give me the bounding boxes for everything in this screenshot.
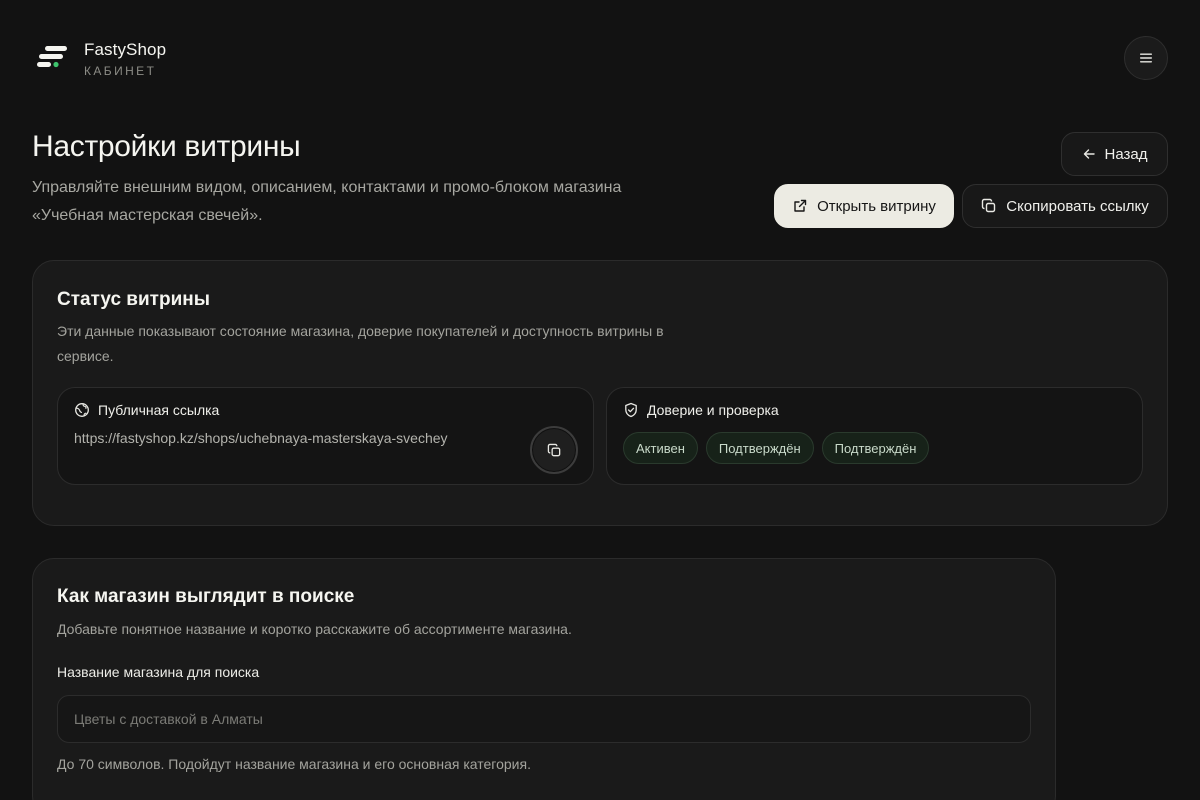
status-card-title: Статус витрины bbox=[57, 289, 210, 310]
menu-button[interactable] bbox=[1124, 36, 1168, 80]
arrow-left-icon bbox=[1082, 147, 1096, 161]
brand-logo bbox=[36, 40, 70, 72]
copy-link-label: Скопировать ссылку bbox=[1006, 197, 1149, 215]
globe-icon bbox=[74, 402, 90, 418]
open-storefront-label: Открыть витрину bbox=[817, 197, 936, 215]
status-badge-verified: Подтверждён bbox=[821, 432, 930, 464]
search-card-description: Добавьте понятное название и коротко рас… bbox=[57, 621, 572, 637]
page-description: Управляйте внешним видом, описанием, кон… bbox=[32, 179, 622, 224]
trust-heading: Доверие и проверка bbox=[623, 402, 779, 418]
public-link-panel: Публичная ссылка https://fastyshop.kz/sh… bbox=[57, 387, 594, 485]
status-badge-active: Активен bbox=[623, 432, 698, 464]
search-name-hint: До 70 символов. Подойдут название магази… bbox=[57, 756, 531, 772]
public-link-heading: Публичная ссылка bbox=[74, 402, 219, 418]
shield-check-icon bbox=[623, 402, 639, 418]
status-card-description: Эти данные показывают состояние магазина… bbox=[57, 323, 664, 364]
brand: FastyShop КАБИНЕТ bbox=[84, 40, 166, 78]
page-title: Настройки витрины bbox=[32, 130, 301, 163]
trust-panel: Доверие и проверка Активен Подтверждён П… bbox=[606, 387, 1143, 485]
status-badge-verified: Подтверждён bbox=[705, 432, 814, 464]
search-name-label: Название магазина для поиска bbox=[57, 664, 260, 680]
status-badges: Активен Подтверждён Подтверждён bbox=[623, 432, 930, 464]
brand-name: FastyShop bbox=[84, 40, 167, 59]
copy-icon bbox=[547, 443, 562, 458]
menu-icon bbox=[1139, 52, 1153, 64]
search-appearance-card: Как магазин выглядит в поиске Добавьте п… bbox=[32, 558, 1056, 800]
public-link-title: Публичная ссылка bbox=[98, 402, 220, 418]
public-link-url: https://fastyshop.kz/shops/uchebnaya-mas… bbox=[74, 430, 448, 446]
back-button-label: Назад bbox=[1104, 145, 1148, 163]
external-link-icon bbox=[792, 198, 808, 214]
copy-icon bbox=[981, 198, 997, 214]
open-storefront-button[interactable]: Открыть витрину bbox=[774, 184, 954, 228]
copy-url-button[interactable] bbox=[530, 426, 578, 474]
search-card-title: Как магазин выглядит в поиске bbox=[57, 586, 355, 607]
trust-title: Доверие и проверка bbox=[647, 402, 779, 418]
back-button[interactable]: Назад bbox=[1061, 132, 1168, 176]
brand-subtitle: КАБИНЕТ bbox=[84, 64, 157, 78]
storefront-status-card: Статус витрины Эти данные показывают сос… bbox=[32, 260, 1168, 526]
copy-link-button[interactable]: Скопировать ссылку bbox=[962, 184, 1168, 228]
search-name-input[interactable] bbox=[57, 695, 1031, 743]
